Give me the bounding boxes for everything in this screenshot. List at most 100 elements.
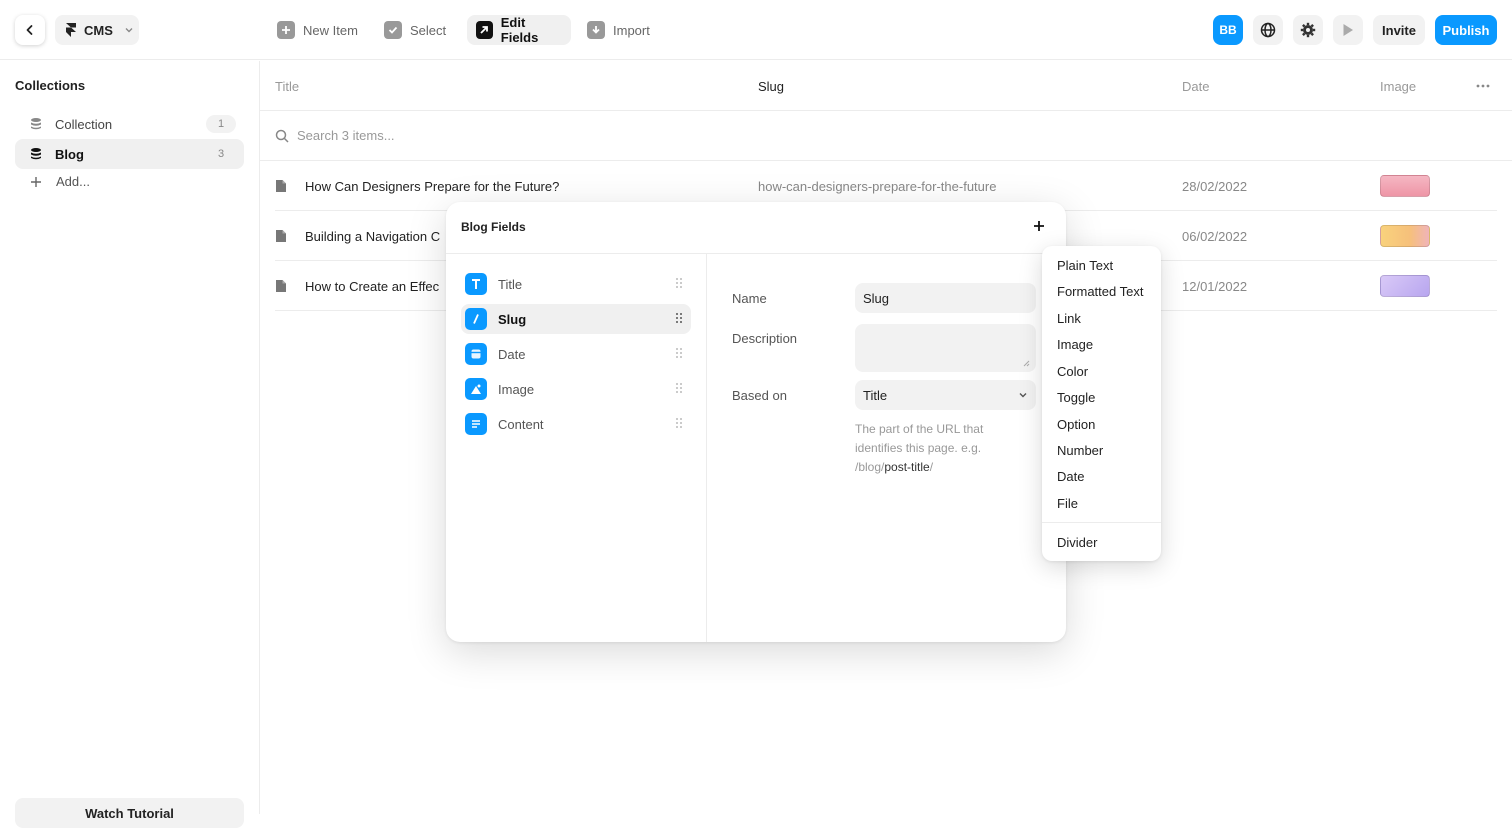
description-label: Description: [732, 331, 798, 346]
row-title: How to Create an Effec: [305, 279, 440, 294]
drag-handle-icon[interactable]: [675, 277, 683, 289]
field-item-content[interactable]: Content: [461, 409, 691, 439]
field-item-image[interactable]: Image: [461, 374, 691, 404]
add-collection-button[interactable]: Add...: [30, 174, 90, 189]
edit-fields-button[interactable]: Edit Fields: [467, 15, 571, 45]
avatar[interactable]: BB: [1213, 15, 1243, 45]
row-date: 28/02/2022: [1182, 179, 1248, 194]
field-label: Date: [498, 346, 526, 362]
menu-item-plain-text[interactable]: Plain Text: [1057, 258, 1113, 273]
column-slug[interactable]: Slug: [758, 79, 784, 94]
lines-icon: [465, 413, 487, 435]
resize-handle-icon[interactable]: [1022, 359, 1030, 367]
sidebar: Collections Collection 1 Blog 3 Add... W…: [0, 61, 260, 828]
row-slug: how-can-designers-prepare-for-the-future: [758, 179, 997, 194]
globe-button[interactable]: [1253, 15, 1283, 45]
menu-separator: [1042, 522, 1161, 523]
add-collection-label: Add...: [56, 174, 90, 189]
based-on-label: Based on: [732, 388, 787, 403]
chevron-down-icon: [1019, 393, 1027, 398]
menu-item-file[interactable]: File: [1057, 496, 1078, 511]
drag-handle-icon[interactable]: [675, 312, 683, 324]
gear-icon: [1300, 22, 1316, 38]
sidebar-item-label: Blog: [55, 146, 84, 162]
sidebar-item-count: 3: [217, 148, 225, 160]
menu-item-image[interactable]: Image: [1057, 337, 1093, 352]
sidebar-title: Collections: [15, 78, 86, 93]
row-date: 12/01/2022: [1182, 279, 1248, 294]
settings-button[interactable]: [1293, 15, 1323, 45]
database-icon: [31, 118, 41, 130]
text-t-icon: [465, 273, 487, 295]
menu-item-formatted-text[interactable]: Formatted Text: [1057, 284, 1143, 299]
menu-item-link[interactable]: Link: [1057, 311, 1081, 326]
plus-icon: [31, 176, 41, 187]
menu-item-divider[interactable]: Divider: [1057, 535, 1097, 550]
preview-button[interactable]: [1333, 15, 1363, 45]
row-image-thumbnail: [1380, 225, 1430, 247]
drag-handle-icon[interactable]: [675, 382, 683, 394]
field-label: Slug: [498, 311, 527, 327]
chevron-left-icon: [26, 25, 33, 35]
plus-icon: [277, 21, 295, 39]
menu-item-toggle[interactable]: Toggle: [1057, 390, 1095, 405]
field-item-title[interactable]: Title: [461, 269, 691, 299]
drag-handle-icon[interactable]: [675, 417, 683, 429]
sidebar-item-count: 1: [206, 115, 236, 133]
field-item-slug[interactable]: Slug: [461, 304, 691, 334]
globe-icon: [1260, 22, 1276, 38]
name-label: Name: [732, 291, 767, 306]
modal-title: Blog Fields: [461, 220, 526, 234]
back-button[interactable]: [15, 15, 45, 45]
arrow-up-right-icon: [476, 21, 493, 39]
name-field[interactable]: Slug: [855, 283, 1036, 313]
row-title: How Can Designers Prepare for the Future…: [305, 179, 560, 194]
chevron-down-icon: [125, 28, 133, 33]
sidebar-item-collection[interactable]: Collection 1: [15, 109, 244, 139]
image-icon: [465, 378, 487, 400]
menu-item-date[interactable]: Date: [1057, 469, 1084, 484]
row-image-thumbnail: [1380, 275, 1430, 297]
edit-fields-label: Edit Fields: [500, 15, 539, 45]
search-row[interactable]: Search 3 items...: [260, 111, 1512, 161]
sidebar-item-label: Collection: [55, 116, 113, 132]
modal-divider: [706, 254, 707, 642]
add-field-button[interactable]: [1030, 217, 1048, 235]
watch-tutorial-button[interactable]: Watch Tutorial: [15, 798, 244, 828]
blog-fields-modal: Blog Fields Title Slug Date Image Conten…: [446, 202, 1066, 642]
document-icon: [276, 230, 286, 242]
calendar-icon: [465, 343, 487, 365]
based-on-value: Title: [863, 387, 888, 403]
import-label: Import: [613, 22, 650, 38]
download-icon: [587, 21, 605, 39]
slug-hint-text: The part of the URL that identifies this…: [855, 420, 1025, 477]
based-on-select[interactable]: Title: [855, 380, 1036, 410]
cms-menu-button[interactable]: CMS: [55, 15, 139, 45]
sidebar-item-blog[interactable]: Blog 3: [15, 139, 244, 169]
column-title[interactable]: Title: [275, 79, 299, 94]
description-field[interactable]: [855, 324, 1036, 372]
table-header: Title Slug Date Image: [260, 61, 1512, 111]
menu-item-number[interactable]: Number: [1057, 443, 1103, 458]
column-date[interactable]: Date: [1182, 79, 1209, 94]
select-label: Select: [410, 22, 447, 38]
field-item-date[interactable]: Date: [461, 339, 691, 369]
search-icon: [275, 129, 289, 143]
new-item-button[interactable]: New Item: [268, 15, 367, 45]
publish-button[interactable]: Publish: [1435, 15, 1497, 45]
cms-label: CMS: [84, 22, 113, 38]
top-bar: CMS New Item Select Edit Fields Import B…: [0, 0, 1512, 60]
field-label: Image: [498, 381, 535, 397]
drag-handle-icon[interactable]: [675, 347, 683, 359]
framer-logo-icon: [66, 23, 76, 37]
row-date: 06/02/2022: [1182, 229, 1248, 244]
column-image[interactable]: Image: [1380, 79, 1416, 94]
menu-item-option[interactable]: Option: [1057, 417, 1095, 432]
more-horizontal-icon[interactable]: [1476, 79, 1490, 93]
menu-item-color[interactable]: Color: [1057, 364, 1088, 379]
search-input[interactable]: Search 3 items...: [297, 128, 395, 143]
import-button[interactable]: Import: [578, 15, 659, 45]
select-button[interactable]: Select: [375, 15, 455, 45]
invite-button[interactable]: Invite: [1373, 15, 1425, 45]
field-type-menu: Plain Text Formatted Text Link Image Col…: [1042, 246, 1161, 561]
